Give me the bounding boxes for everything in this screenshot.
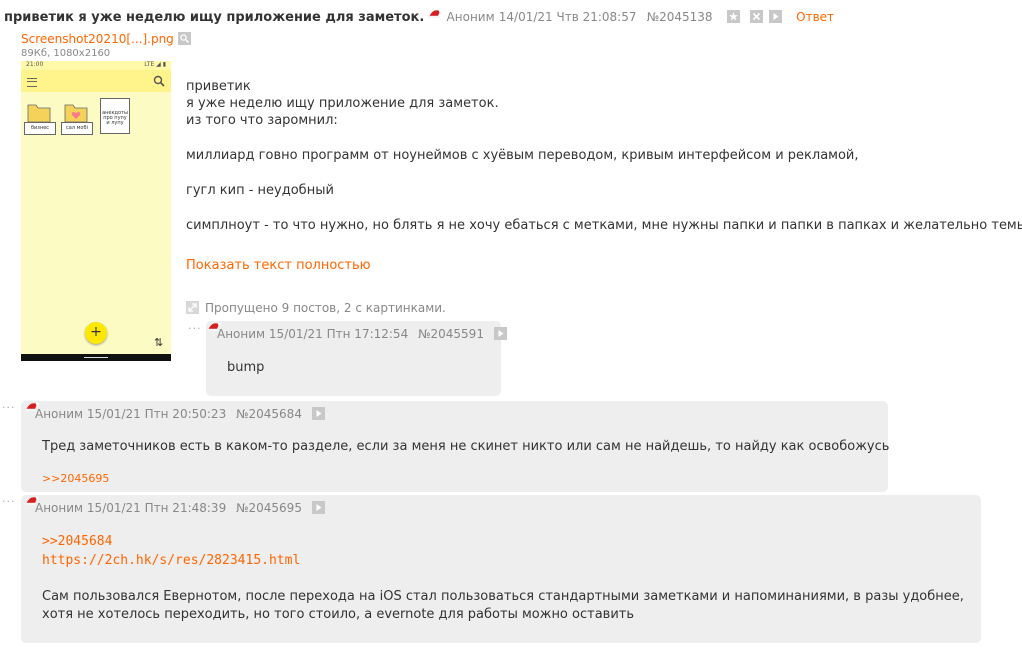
reply-header: Аноним 15/01/21 Птн 17:12:54 №2045591 (207, 322, 507, 341)
post-image-thumbnail[interactable]: 21:00 LTE ◢ ▮ бизнес сал мобі анекдоты п… (21, 61, 171, 361)
post-line: миллиард говно программ от ноунеймов с х… (186, 148, 859, 163)
post-date: 15/01/21 Птн 21:48:39 (86, 501, 227, 515)
post-author: Аноним (446, 10, 495, 24)
reply-header: Аноним 15/01/21 Птн 20:50:23 №2045684 (25, 402, 325, 421)
thumb-status-icons: LTE ◢ ▮ (144, 61, 166, 68)
post-date: 14/01/21 Чтв 21:08:57 (498, 10, 637, 24)
post-menu-arrow-icon[interactable] (493, 327, 507, 340)
post-line: симплноут - то что нужно, но блять я не … (186, 218, 1022, 233)
post-line: из того что заромнил: (186, 113, 338, 128)
reply-dots: ··· (188, 322, 202, 335)
op-header: приветик я уже неделю ищу приложение для… (4, 8, 834, 28)
folder-heart-icon (64, 104, 88, 123)
reply-text: Тред заметочников есть в каком-то раздел… (42, 439, 890, 454)
reply-dots: ··· (2, 495, 16, 508)
op-post-body: приветик я уже неделю ищу приложение для… (186, 78, 1022, 234)
post-author: Аноним (35, 501, 84, 515)
santa-hat-icon (25, 401, 39, 411)
post-number-link[interactable]: №2045684 (236, 407, 302, 421)
reply-text: bump (227, 360, 265, 375)
reply-post: Аноним 15/01/21 Птн 21:48:39 №2045695 >>… (21, 495, 981, 643)
post-line: гугл кип - неудобный (186, 183, 334, 198)
favorite-star-icon[interactable] (726, 10, 740, 23)
sort-icon: ⇅ (154, 336, 164, 349)
post-author: Аноним (35, 407, 84, 421)
post-menu-arrow-icon[interactable] (311, 501, 325, 514)
reply-text: хотя не хотелось переходить, но того сто… (42, 607, 635, 622)
note-card: анекдоты про пупу и лупу (100, 98, 130, 134)
post-number-link[interactable]: №2045138 (647, 10, 713, 24)
reply-post: Аноним 15/01/21 Птн 20:50:23 №2045684 Тр… (21, 401, 890, 492)
post-menu-arrow-icon[interactable] (311, 407, 325, 420)
thumb-status-time: 21:00 (26, 61, 44, 68)
post-number-link[interactable]: №2045695 (236, 501, 302, 515)
reply-post: Аноним 15/01/21 Птн 17:12:54 №2045591 bu… (206, 321, 507, 396)
post-line (186, 129, 1016, 147)
thumb-nav-bar (21, 354, 171, 361)
post-menu-arrow-icon[interactable] (769, 10, 782, 23)
file-name-row: Screenshot20210[...].png (21, 32, 191, 46)
folder-label: бизнес (24, 122, 56, 135)
santa-hat-icon (25, 495, 39, 505)
thumb-status-bar: 21:00 LTE ◢ ▮ (21, 61, 171, 70)
hide-post-icon[interactable] (749, 10, 763, 23)
file-name-link[interactable]: Screenshot20210[...].png (21, 32, 174, 46)
file-meta: 89Кб, 1080x2160 (21, 48, 111, 59)
show-full-text-link[interactable]: Показать текст полностью (186, 258, 371, 273)
thumb-app-bar (21, 70, 171, 92)
post-line (186, 199, 1016, 217)
backlink[interactable]: >>2045695 (42, 472, 109, 485)
santa-hat-icon (428, 8, 443, 18)
quote-link[interactable]: >>2045684 (42, 532, 112, 551)
reply-text: Сам пользовался Евернотом, после переход… (42, 589, 964, 604)
skipped-posts-row[interactable]: Пропущено 9 постов, 2 с картинками. (186, 301, 446, 315)
post-line: я уже неделю ищу приложение для заметок. (186, 96, 499, 111)
reply-dots: ··· (2, 401, 16, 414)
santa-hat-icon (207, 321, 221, 331)
post-date: 15/01/21 Птн 20:50:23 (86, 407, 227, 421)
add-note-fab: + (85, 322, 107, 344)
post-number-link[interactable]: №2045591 (418, 327, 484, 341)
thread-title: приветик я уже неделю ищу приложение для… (4, 10, 425, 25)
search-icon (153, 75, 165, 87)
post-line: приветик (186, 79, 251, 94)
menu-icon (27, 78, 37, 87)
post-date: 15/01/21 Птн 17:12:54 (268, 327, 409, 341)
skipped-posts-text: Пропущено 9 постов, 2 с картинками. (205, 301, 446, 315)
post-author: Аноним (217, 327, 266, 341)
reply-header: Аноним 15/01/21 Птн 21:48:39 №2045695 (25, 496, 325, 515)
expand-icon[interactable] (186, 301, 199, 314)
image-search-icon[interactable] (177, 32, 191, 45)
external-url-link[interactable]: https://2ch.hk/s/res/2823415.html (42, 551, 300, 570)
folder-label: сал мобі (61, 122, 93, 135)
post-line (186, 164, 1016, 182)
folder-icon (27, 104, 51, 123)
reply-button[interactable]: Ответ (796, 10, 834, 24)
